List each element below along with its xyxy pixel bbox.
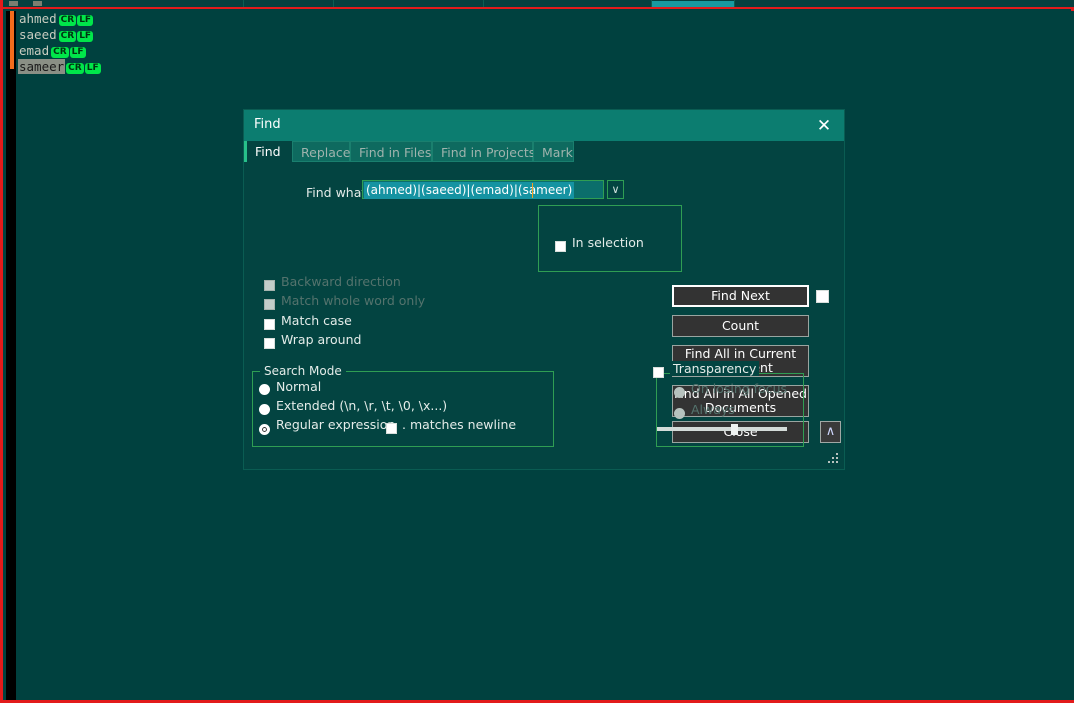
transparency-label: Transparency bbox=[670, 361, 760, 376]
match-case-label: Match case bbox=[281, 313, 352, 328]
match-whole-word-checkbox[interactable] bbox=[264, 299, 275, 310]
dialog-title: Find bbox=[254, 117, 281, 132]
dialog-body: Find what: (ahmed)|(saeed)|(emad)|(samee… bbox=[244, 163, 844, 469]
toolbar-mark bbox=[9, 1, 18, 6]
close-icon[interactable]: ✕ bbox=[812, 114, 836, 138]
eol-marker: CR bbox=[58, 31, 77, 42]
wrap-around-checkbox[interactable] bbox=[264, 338, 275, 349]
find-dialog: Find ✕ Find Replace Find in Files Find in P… bbox=[244, 110, 844, 469]
toolbar-divider bbox=[483, 0, 484, 7]
editor-line-text: ahmed bbox=[19, 11, 57, 26]
toolbar-divider bbox=[243, 0, 244, 7]
text-caret bbox=[532, 183, 533, 198]
find-what-input[interactable]: (ahmed)|(saeed)|(emad)|(sameer) bbox=[362, 180, 604, 199]
transparency-always-label: Always bbox=[691, 402, 735, 417]
in-selection-label: In selection bbox=[572, 235, 644, 250]
tab-replace[interactable]: Replace bbox=[292, 141, 350, 162]
toolbar-strip bbox=[3, 0, 1074, 9]
tab-find[interactable]: Find bbox=[244, 141, 284, 162]
eol-marker: LF bbox=[77, 15, 94, 26]
search-mode-title: Search Mode bbox=[260, 364, 346, 378]
match-case-checkbox[interactable] bbox=[264, 319, 275, 330]
active-document-tab[interactable] bbox=[652, 1, 734, 7]
editor-line-text: saeed bbox=[19, 27, 57, 42]
dialog-tab-bar[interactable]: Find Replace Find in Files Find in Projects… bbox=[244, 141, 844, 163]
tab-mark[interactable]: Mark bbox=[533, 141, 574, 162]
dot-matches-newline-label: . matches newline bbox=[402, 417, 517, 432]
resize-grip[interactable] bbox=[827, 453, 839, 465]
search-mode-normal-label: Normal bbox=[276, 379, 322, 394]
in-selection-checkbox[interactable] bbox=[555, 241, 566, 252]
find-what-label: Find what: bbox=[306, 185, 371, 200]
eol-marker: LF bbox=[69, 47, 86, 58]
editor-line-text: sameer bbox=[18, 59, 66, 74]
editor-gutter bbox=[6, 11, 16, 700]
eol-marker: CR bbox=[66, 63, 84, 74]
backward-direction-label: Backward direction bbox=[281, 274, 401, 289]
transparency-on-losing-focus-radio[interactable] bbox=[674, 387, 685, 398]
editor-line[interactable]: saeed CR LF bbox=[16, 27, 1074, 43]
search-mode-regex-radio[interactable] bbox=[259, 424, 270, 435]
toolbar-divider bbox=[333, 0, 334, 7]
transparency-on-losing-focus-label: On losing focus bbox=[691, 381, 788, 396]
find-next-option-checkbox[interactable] bbox=[816, 290, 829, 303]
transparency-checkbox[interactable] bbox=[653, 367, 664, 378]
search-mode-normal-radio[interactable] bbox=[259, 384, 270, 395]
toolbar-mark bbox=[33, 1, 42, 6]
eol-marker: CR bbox=[51, 47, 69, 58]
tab-find-in-files[interactable]: Find in Files bbox=[350, 141, 432, 162]
find-next-button[interactable]: Find Next bbox=[672, 285, 809, 307]
editor-line[interactable]: ahmed CR LF bbox=[16, 11, 1074, 27]
tab-find-in-projects[interactable]: Find in Projects bbox=[432, 141, 535, 162]
dialog-titlebar[interactable]: Find ✕ bbox=[244, 110, 844, 141]
eol-marker: LF bbox=[77, 31, 94, 42]
search-mode-regex-label: Regular expression bbox=[276, 417, 396, 432]
toolbar-divider bbox=[734, 0, 735, 7]
eol-marker: LF bbox=[84, 63, 101, 74]
collapse-toggle-button[interactable]: ∧ bbox=[820, 421, 841, 443]
backward-direction-checkbox[interactable] bbox=[264, 280, 275, 291]
eol-marker: CR bbox=[58, 15, 77, 26]
count-button[interactable]: Count bbox=[672, 315, 809, 337]
match-whole-word-label: Match whole word only bbox=[281, 293, 426, 308]
wrap-around-label: Wrap around bbox=[281, 332, 362, 347]
slider-thumb[interactable] bbox=[731, 424, 738, 435]
slider-track bbox=[657, 427, 787, 431]
transparency-always-radio[interactable] bbox=[674, 408, 685, 419]
find-what-value: (ahmed)|(saeed)|(emad)|(sameer) bbox=[364, 182, 575, 199]
editor-window: ahmed CR LF saeed CR LF emad CR LF sameer CR LF Fin… bbox=[0, 0, 1074, 703]
editor-line[interactable]: emad CR LF bbox=[16, 43, 1074, 59]
editor-line[interactable]: sameer CR LF bbox=[16, 59, 1074, 75]
editor-line-text: emad bbox=[19, 43, 50, 58]
transparency-slider[interactable] bbox=[657, 424, 787, 435]
search-mode-extended-radio[interactable] bbox=[259, 404, 270, 415]
dot-matches-newline-checkbox[interactable] bbox=[386, 423, 397, 434]
change-marker-bar bbox=[10, 11, 14, 69]
chevron-down-icon[interactable]: ∨ bbox=[607, 180, 624, 199]
search-mode-extended-label: Extended (\n, \r, \t, \0, \x...) bbox=[276, 398, 448, 413]
